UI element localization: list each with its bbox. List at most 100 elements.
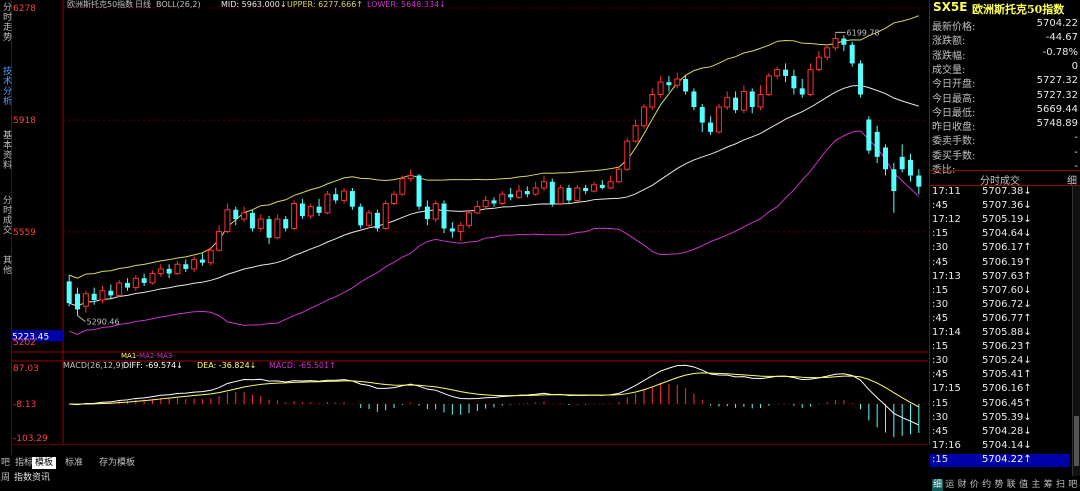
right-bottom-tab[interactable]: 价	[969, 479, 980, 491]
left-tab-1[interactable]: 技术分析	[0, 66, 11, 106]
candle-body	[257, 218, 264, 229]
candle-body	[157, 268, 164, 275]
quote-row-value: 0	[1071, 60, 1078, 72]
right-bottom-tab[interactable]: 运	[944, 479, 955, 491]
left-tab-0[interactable]: 分时走势	[0, 2, 11, 42]
trade-list-header: 分时成交 细	[930, 170, 1080, 187]
trade-row[interactable]: :45 5704.28↓	[930, 426, 1070, 439]
right-bottom-tab[interactable]: 扫	[1055, 479, 1066, 491]
candle-body	[566, 187, 572, 201]
candle-body	[683, 78, 689, 92]
right-bottom-tab[interactable]: 筹	[1043, 479, 1054, 491]
bottom-tab-2[interactable]: 标准	[62, 457, 86, 469]
candle-body	[874, 131, 880, 157]
ma-label: MA3-	[157, 352, 175, 360]
candle-body	[132, 277, 139, 289]
candle-body	[740, 90, 747, 111]
trade-row[interactable]: :30 5706.17↑	[930, 242, 1070, 255]
candle-body	[491, 200, 497, 204]
trade-price: 5705.88↓	[982, 327, 1032, 338]
right-bottom-tab[interactable]: 细	[932, 479, 943, 491]
chart-canvas[interactable]: 6278591855595223.455202欧洲斯托克50指数 日线 BOLL(2…	[11, 0, 929, 458]
trade-row[interactable]: :15 5706.45↑	[930, 398, 1070, 411]
candle-body	[283, 219, 289, 229]
trade-time: :15	[932, 397, 949, 409]
quote-row: 昨日收盘: 5748.89	[930, 117, 1080, 133]
candle-body	[291, 203, 298, 229]
candle-body	[249, 212, 255, 229]
trade-row[interactable]: :30 5705.24↓	[930, 355, 1070, 368]
candle-body	[708, 122, 714, 132]
trade-row[interactable]: 17:12 5705.19↓	[930, 214, 1070, 227]
scrollbar-thumb[interactable]	[1074, 416, 1079, 466]
candle-body	[849, 44, 855, 64]
app-window: 分时走势技术分析基本资料分时成交其他 6278 5918 5559 5223.45 52…	[0, 0, 1080, 491]
macd-value-label: MACD: -65.501↑	[269, 361, 336, 370]
index-news-link[interactable]: 指数资讯	[14, 470, 50, 483]
candle-body	[699, 107, 705, 123]
trade-row[interactable]: :15 5704.64↓	[930, 228, 1070, 241]
boll-mid-line	[68, 84, 919, 307]
boll-upper-label: UPPER: 6277.666↑	[287, 0, 363, 9]
trade-row[interactable]: :15 5707.60↓	[930, 285, 1070, 298]
right-bottom-tab[interactable]: 主	[1030, 479, 1041, 491]
macd-axis-label: -8.13	[13, 400, 36, 410]
right-bottom-tab[interactable]: 值	[1018, 479, 1029, 491]
trade-row[interactable]: :45 5705.41↑	[930, 369, 1070, 382]
bottom-tab-3[interactable]: 存为模板	[96, 457, 138, 469]
quote-row: 涨跌额: -44.67	[930, 31, 1080, 47]
left-tab-3[interactable]: 分时成交	[0, 195, 11, 235]
candle-body	[807, 69, 814, 96]
trade-row[interactable]: :45 5707.36↓	[930, 200, 1070, 213]
trade-row[interactable]: 17:13 5707.63↑	[930, 271, 1070, 284]
right-bottom-tab[interactable]: 吧	[1067, 479, 1078, 491]
bottom-tab-1[interactable]: 模板	[32, 457, 57, 469]
trade-time: :30	[932, 298, 949, 310]
candle-body	[224, 209, 231, 233]
candle-body	[632, 125, 639, 142]
quote-row-value: 5669.44	[1036, 103, 1078, 115]
trade-row[interactable]: :30 5705.39↓	[930, 412, 1070, 425]
right-bottom-tab[interactable]: 联	[1006, 479, 1017, 491]
candle-body	[791, 75, 797, 89]
trade-price: 5706.19↑	[982, 256, 1032, 268]
trade-row[interactable]: :45 5706.77↑	[930, 313, 1070, 326]
low-marker	[77, 315, 86, 323]
candle-body	[774, 69, 781, 77]
candle-body	[916, 175, 922, 187]
right-bottom-tab[interactable]: 势	[994, 479, 1005, 491]
trade-row[interactable]: 17:15 5706.16↑	[930, 383, 1070, 396]
quote-row-value: 5748.89	[1036, 118, 1078, 130]
right-bottom-tab[interactable]: 财	[957, 479, 968, 491]
trade-row[interactable]: :15 5706.23↑	[930, 341, 1070, 354]
price-label: 5559	[13, 228, 36, 238]
left-tab-4[interactable]: 其他	[0, 255, 11, 275]
candle-body	[583, 187, 589, 192]
trade-row[interactable]: 17:11 5707.38↓	[930, 186, 1070, 199]
boll-upper-line	[68, 15, 920, 279]
candle-body	[99, 290, 106, 301]
trade-row[interactable]: :30 5706.72↓	[930, 299, 1070, 312]
trade-list-scrollbar[interactable]	[1072, 186, 1080, 476]
trade-row[interactable]: :45 5706.19↑	[930, 257, 1070, 270]
ma-label: MA2-	[139, 352, 157, 360]
trade-detail-button[interactable]: 细	[1067, 172, 1077, 187]
trade-price: 5705.39↓	[982, 411, 1032, 423]
trade-time: 17:13	[932, 270, 961, 282]
trade-row[interactable]: 17:16 5704.14↓	[930, 440, 1070, 453]
candle-body	[649, 94, 656, 108]
candle-body	[91, 293, 97, 301]
candle-body	[640, 106, 647, 127]
left-tab-2[interactable]: 基本资料	[0, 130, 11, 170]
high-annotation: 6199.78	[847, 28, 880, 37]
right-bottom-tab[interactable]: 约	[981, 479, 992, 491]
quote-row: 最新价格: 5704.22	[930, 17, 1080, 33]
trade-row[interactable]: :15 5704.22↑	[930, 453, 1070, 467]
candle-body	[82, 293, 89, 307]
candle-body	[316, 206, 322, 213]
price-label: 6278	[13, 4, 36, 14]
candle-body	[66, 281, 72, 304]
trade-price: 5704.14↓	[982, 439, 1032, 451]
trade-price: 5705.19↓	[982, 214, 1032, 226]
trade-row[interactable]: 17:14 5705.88↓	[930, 327, 1070, 340]
